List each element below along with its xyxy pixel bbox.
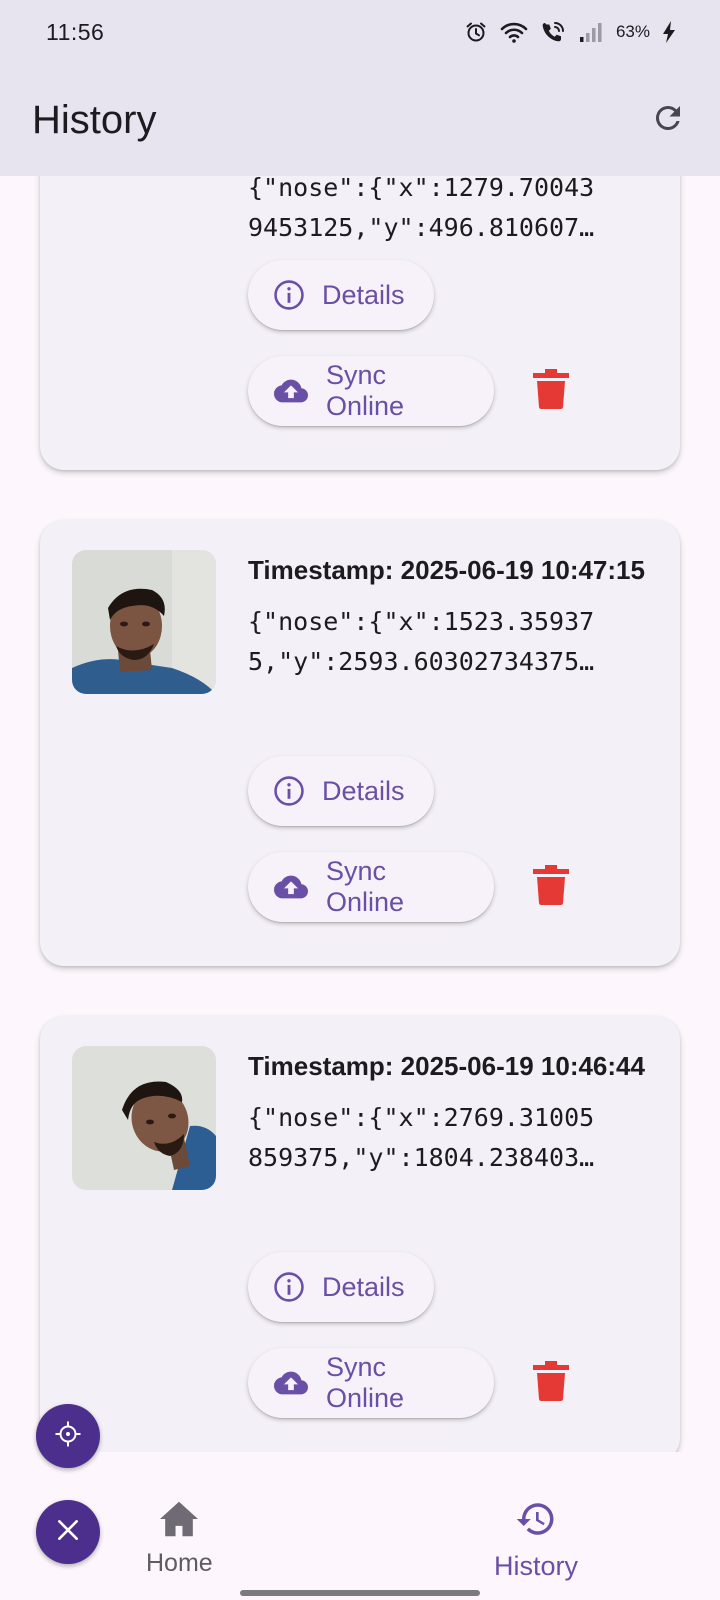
nav-label-home: Home (146, 1549, 213, 1577)
wifi-icon (500, 20, 528, 44)
pose-json: {"nose":{"x":2769.31005 859375,"y":1804.… (248, 1098, 648, 1178)
status-time: 11:56 (46, 18, 105, 45)
details-label: Details (322, 775, 405, 806)
home-icon (158, 1500, 200, 1543)
status-bar: 11:56 63% (0, 0, 720, 64)
battery-level: 63% (615, 22, 650, 41)
sync-online-button[interactable]: Sync Online (248, 852, 494, 922)
info-icon (272, 278, 306, 312)
capture-thumbnail[interactable] (72, 550, 216, 694)
sync-online-button[interactable]: Sync Online (248, 356, 494, 426)
pose-json-line2: 859375,"y":1804.238403… (248, 1143, 595, 1172)
alarm-icon (464, 20, 488, 44)
record-timestamp: Timestamp: 2025-06-19 10:47:15 (248, 555, 645, 585)
pose-json-line2: 5,"y":2593.60302734375… (248, 647, 595, 676)
cloud-upload-icon (272, 374, 310, 408)
status-icons: 63% (464, 20, 676, 44)
pose-json-line1: {"nose":{"x":2769.31005 (248, 1103, 595, 1132)
crosshair-icon (53, 1419, 83, 1454)
delete-button[interactable] (527, 367, 575, 415)
record-timestamp: Timestamp: 2025-06-19 10:46:44 (248, 1051, 645, 1081)
history-list[interactable]: {"nose":{"x":1279.70043 9453125,"y":496.… (0, 0, 720, 1600)
sync-online-button[interactable]: Sync Online (248, 1348, 494, 1418)
page-title: History (32, 97, 157, 142)
close-icon (55, 1517, 81, 1548)
card-body: Timestamp: 2025-06-19 10:47:15 {"nose":{… (248, 550, 648, 682)
pose-json-line1: {"nose":{"x":1523.35937 (248, 607, 595, 636)
pose-json-line2: 9453125,"y":496.810607… (248, 213, 595, 242)
app-bar: History (0, 64, 720, 176)
delete-button[interactable] (527, 863, 575, 911)
history-card: Timestamp: 2025-06-19 10:46:44 {"nose":{… (40, 1016, 680, 1462)
refresh-icon (650, 100, 686, 141)
sync-label: Sync Online (326, 856, 405, 917)
history-icon (514, 1498, 558, 1545)
details-button[interactable]: Details (248, 756, 434, 826)
nav-item-home[interactable]: Home (146, 1500, 213, 1578)
details-button[interactable]: Details (248, 1252, 434, 1322)
cloud-upload-icon (272, 870, 310, 904)
pose-capture-fab[interactable] (36, 1404, 100, 1468)
trash-icon (533, 368, 569, 414)
signal-icon (578, 20, 604, 44)
details-label: Details (322, 1271, 405, 1302)
history-card: Timestamp: 2025-06-19 10:47:15 {"nose":{… (40, 520, 680, 966)
details-label: Details (322, 279, 405, 310)
charging-icon (662, 20, 676, 44)
capture-thumbnail[interactable] (72, 1046, 216, 1190)
gesture-bar[interactable] (240, 1590, 480, 1596)
nav-label-history: History (494, 1551, 579, 1581)
delete-button[interactable] (527, 1359, 575, 1407)
pose-json: {"nose":{"x":1279.70043 9453125,"y":496.… (248, 168, 648, 248)
trash-icon (533, 864, 569, 910)
details-button[interactable]: Details (248, 260, 434, 330)
sync-label: Sync Online (326, 1352, 405, 1413)
trash-icon (533, 1360, 569, 1406)
info-icon (272, 1270, 306, 1304)
cloud-upload-icon (272, 1366, 310, 1400)
close-fab[interactable] (36, 1500, 100, 1564)
refresh-button[interactable] (644, 96, 692, 144)
info-icon (272, 774, 306, 808)
pose-json: {"nose":{"x":1523.35937 5,"y":2593.60302… (248, 602, 648, 682)
card-body: Timestamp: 2025-06-19 10:46:44 {"nose":{… (248, 1046, 648, 1178)
nav-item-history[interactable]: History (494, 1498, 578, 1582)
sync-label: Sync Online (326, 360, 405, 421)
bottom-navigation: Home History (0, 1452, 720, 1600)
wifi-calling-icon (540, 20, 566, 44)
